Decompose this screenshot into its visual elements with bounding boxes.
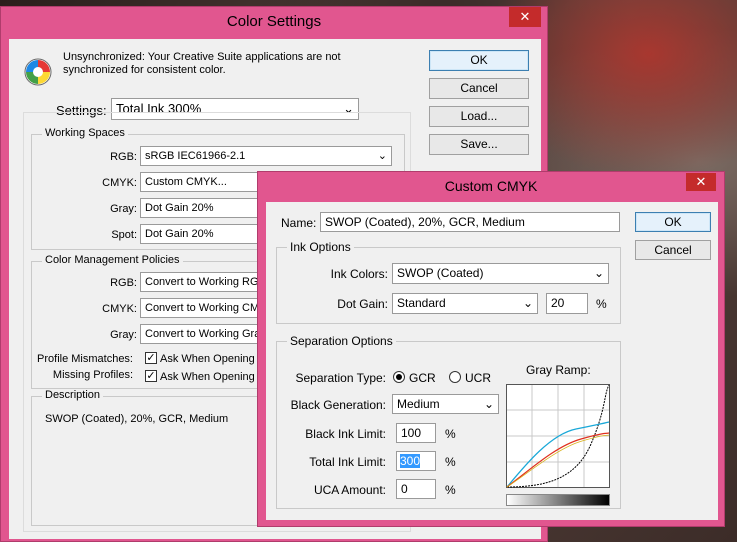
gcr-radio[interactable] [393,371,405,383]
policy-rgb-value: Convert to Working RGB [145,276,266,288]
separation-options-label: Separation Options [287,334,396,348]
ws-rgb-dropdown[interactable]: sRGB IEC61966-2.1 ⌄ [140,146,392,166]
description-label: Description [42,389,104,401]
separation-type-label: Separation Type: [295,371,386,385]
uca-amount-input[interactable]: 0 [396,479,436,499]
save-button[interactable]: Save... [429,134,529,155]
ok-button[interactable]: OK [429,50,529,71]
total-ink-limit-value: 300 [400,454,421,468]
black-generation-dropdown[interactable]: Medium ⌄ [392,394,499,414]
policy-gray-label: Gray: [110,329,137,341]
name-label: Name: [281,216,317,230]
gray-ramp-graph [506,384,610,488]
sync-message: Unsynchronized: Your Creative Suite appl… [63,51,341,76]
ws-spot-value: Dot Gain 20% [145,228,214,240]
ucr-radio[interactable] [449,371,461,383]
profile-mismatch-label: Profile Mismatches: [37,353,133,365]
color-settings-title: Color Settings [226,13,322,30]
working-spaces-label: Working Spaces [42,127,128,139]
black-ink-limit-input[interactable]: 100 [396,423,436,443]
missing-profile-checkbox[interactable]: ✓ [145,370,157,382]
missing-profile-check-label: Ask When Opening [160,371,255,383]
custom-cmyk-title: Custom CMYK [444,178,538,194]
custom-cmyk-client: Name: SWOP (Coated), 20%, GCR, Medium OK… [266,202,718,520]
ws-spot-label: Spot: [111,229,137,241]
custom-cmyk-titlebar[interactable]: Custom CMYK ✕ [258,172,724,200]
policies-label: Color Management Policies [42,254,183,266]
black-ink-limit-label: Black Ink Limit: [305,427,386,441]
ink-options-label: Ink Options [287,240,354,254]
chevron-down-icon: ⌄ [377,150,387,162]
total-ink-limit-input[interactable]: 300 [396,451,436,471]
ws-cmyk-label: CMYK: [102,177,137,189]
color-settings-titlebar[interactable]: Color Settings ✕ [1,7,547,37]
uca-amount-label: UCA Amount: [313,483,386,497]
cancel-button[interactable]: Cancel [429,78,529,99]
black-generation-label: Black Generation: [290,398,386,412]
uca-amount-percent: % [445,483,456,497]
policy-gray-value: Convert to Working Gray [145,328,266,340]
ws-cmyk-value: Custom CMYK... [145,176,227,188]
black-generation-value: Medium [397,397,440,411]
custom-cmyk-window: Custom CMYK ✕ Name: SWOP (Coated), 20%, … [257,171,725,527]
name-input[interactable]: SWOP (Coated), 20%, GCR, Medium [320,212,620,232]
ws-gray-value: Dot Gain 20% [145,202,214,214]
gcr-label: GCR [409,371,436,385]
description-text: SWOP (Coated), 20%, GCR, Medium [45,413,229,425]
load-button[interactable]: Load... [429,106,529,127]
dot-gain-label: Dot Gain: [337,297,388,311]
profile-mismatch-checkbox[interactable]: ✓ [145,352,157,364]
ws-gray-label: Gray: [110,203,137,215]
dot-gain-amount-input[interactable]: 20 [546,293,588,314]
chevron-down-icon: ⌄ [593,266,604,280]
close-icon[interactable]: ✕ [509,7,541,27]
total-ink-limit-label: Total Ink Limit: [309,455,386,469]
close-icon[interactable]: ✕ [686,173,716,191]
dot-gain-percent: % [596,297,607,311]
policy-cmyk-label: CMYK: [102,303,137,315]
color-sync-icon [24,58,52,86]
ink-colors-label: Ink Colors: [330,267,388,281]
ucr-label: UCR [465,371,491,385]
policy-rgb-label: RGB: [110,277,137,289]
policy-cmyk-value: Convert to Working CMYK [145,302,274,314]
cancel-button[interactable]: Cancel [635,240,711,260]
chevron-down-icon: ⌄ [483,397,494,411]
ink-colors-dropdown[interactable]: SWOP (Coated) ⌄ [392,263,609,284]
black-ink-limit-percent: % [445,427,456,441]
dot-gain-dropdown[interactable]: Standard ⌄ [392,293,538,314]
gray-ramp-gradient [506,494,610,506]
ws-rgb-value: sRGB IEC61966-2.1 [145,150,246,162]
total-ink-limit-percent: % [445,455,456,469]
missing-profile-label: Missing Profiles: [52,369,133,381]
profile-mismatch-check-label: Ask When Opening [160,353,255,365]
dot-gain-value: Standard [397,296,446,310]
ok-button[interactable]: OK [635,212,711,232]
chevron-down-icon: ⌄ [522,296,533,310]
ink-colors-value: SWOP (Coated) [397,266,484,280]
gray-ramp-label: Gray Ramp: [526,363,591,377]
ws-rgb-label: RGB: [110,151,137,163]
